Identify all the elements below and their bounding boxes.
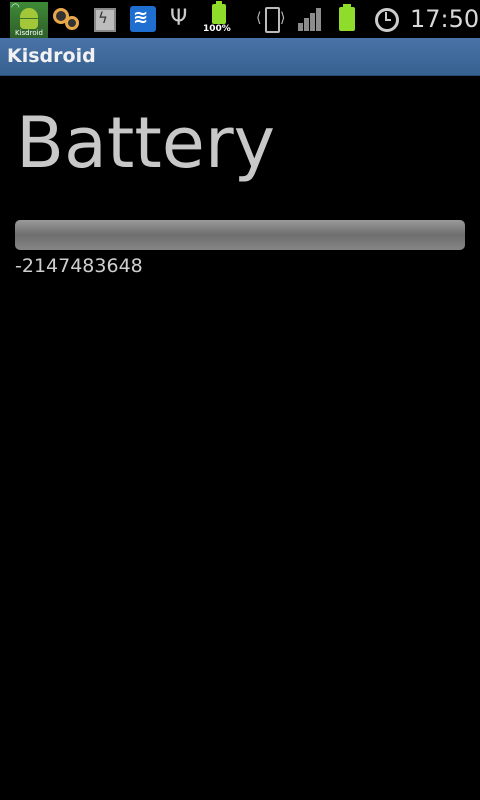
app-title: Kisdroid (7, 45, 96, 67)
gear-small (65, 16, 79, 30)
battery-progress-bar (15, 220, 465, 250)
battery-body (339, 7, 355, 31)
status-bar[interactable]: ◠ Kisdroid ϟ ≋ Ψ 100% ⟨ ⟩ 17:50 (0, 0, 480, 38)
vibrate-wave-left: ⟨ (256, 10, 262, 26)
alarm-hand-minute (385, 19, 391, 21)
signal-bar-1 (298, 23, 303, 31)
vibrate-icon: ⟨ ⟩ (256, 4, 286, 34)
wifi-glyph: ≋ (133, 7, 149, 28)
signal-bar-2 (304, 18, 309, 31)
chip-icon[interactable]: ϟ (90, 4, 118, 34)
signal-bar-3 (310, 13, 315, 31)
usb-icon[interactable]: Ψ (168, 4, 190, 34)
gears-icon[interactable] (53, 4, 81, 34)
kisdroid-app-icon[interactable]: ◠ Kisdroid (10, 2, 48, 38)
signal-icon (297, 4, 323, 34)
usb-glyph: Ψ (170, 6, 188, 31)
vibrate-wave-right: ⟩ (280, 10, 286, 26)
app-icon-label: Kisdroid (14, 29, 44, 37)
battery-value-text: -2147483648 (15, 255, 143, 277)
wifi-mini-icon: ◠ (11, 2, 20, 13)
title-bar: Kisdroid (0, 38, 480, 76)
battery-icon (338, 4, 358, 34)
bolt-icon: ϟ (98, 9, 108, 27)
page-heading: Battery (16, 102, 276, 184)
droid-body (20, 19, 38, 29)
phone-outline (265, 7, 280, 33)
battery-percent-label: 100% (203, 24, 231, 34)
screen: ◠ Kisdroid ϟ ≋ Ψ 100% ⟨ ⟩ 17:50 Kisdroid… (0, 0, 480, 800)
signal-bar-4 (316, 8, 321, 31)
alarm-icon (372, 4, 400, 34)
battery-full-icon[interactable]: 100% (203, 1, 235, 34)
droid-head (20, 8, 38, 18)
wifi-icon[interactable]: ≋ (130, 6, 156, 32)
status-clock: 17:50 (410, 5, 480, 33)
battery-body (212, 4, 226, 24)
